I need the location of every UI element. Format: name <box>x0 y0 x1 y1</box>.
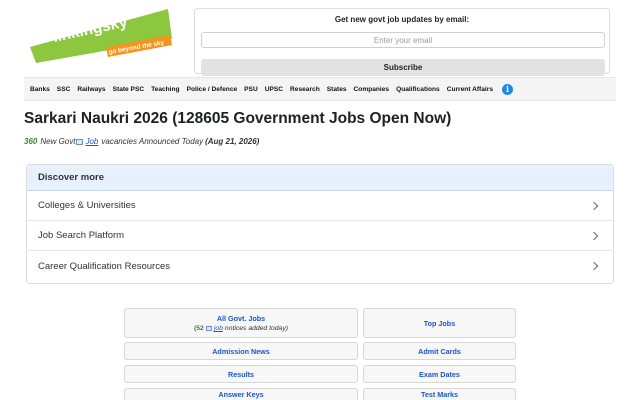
new-jobs-count: 360 <box>24 137 38 146</box>
results-button[interactable]: Results <box>124 365 358 383</box>
email-subscribe-box: Get new govt job updates by email: Subsc… <box>194 8 610 76</box>
all-govt-jobs-label: All Govt. Jobs <box>216 314 266 323</box>
admit-cards-button[interactable]: Admit Cards <box>363 342 516 360</box>
admission-news-button[interactable]: Admission News <box>124 342 358 360</box>
discover-item-colleges[interactable]: Colleges & Universities <box>27 191 613 221</box>
exam-dates-button[interactable]: Exam Dates <box>363 365 516 383</box>
nav-item-companies[interactable]: Companies <box>354 86 390 93</box>
jobs-added-count: (52 <box>193 325 204 332</box>
nav-item-psu[interactable]: PSU <box>244 86 258 93</box>
nav-item-state-psc[interactable]: State PSC <box>113 86 145 93</box>
discover-item-label: Colleges & Universities <box>38 200 136 211</box>
site-header: linkingsky go beyond the sky Get new gov… <box>0 0 640 78</box>
discover-item-job-search[interactable]: Job Search Platform <box>27 221 613 251</box>
chevron-right-icon <box>589 201 599 210</box>
nav-item-states[interactable]: States <box>327 86 347 93</box>
nav-item-police-defence[interactable]: Police / Defence <box>187 86 238 93</box>
chevron-right-icon <box>589 231 599 240</box>
page-title: Sarkari Naukri 2026 (128605 Government J… <box>24 110 452 127</box>
vacancies-text: vacancies Announced Today <box>101 137 204 146</box>
nav-item-ssc[interactable]: SSC <box>57 86 71 93</box>
test-marks-button[interactable]: Test Marks <box>363 388 516 400</box>
discover-header: Discover more <box>27 165 613 191</box>
top-jobs-button[interactable]: Top Jobs <box>363 308 516 338</box>
job-notice-icon <box>76 138 84 145</box>
email-input[interactable] <box>201 32 605 48</box>
jobs-added-text: notices added today) <box>224 325 288 332</box>
discover-item-career-resources[interactable]: Career Qualification Resources <box>27 251 613 281</box>
job-link[interactable]: Job <box>85 137 98 146</box>
subscribe-button[interactable]: Subscribe <box>201 59 605 76</box>
category-nav: Banks SSC Railways State PSC Teaching Po… <box>24 77 616 101</box>
chevron-right-icon <box>589 261 599 271</box>
new-govt-label: New Govt <box>40 137 76 146</box>
nav-item-upsc[interactable]: UPSC <box>265 86 283 93</box>
answer-keys-button[interactable]: Answer Keys <box>124 388 358 400</box>
nav-item-teaching[interactable]: Teaching <box>151 86 179 93</box>
site-logo[interactable]: linkingsky go beyond the sky <box>30 9 172 63</box>
job-notice-icon <box>205 326 212 331</box>
nav-item-banks[interactable]: Banks <box>30 86 50 93</box>
job-notice-link[interactable]: job <box>214 325 223 332</box>
discover-more-panel: Discover more Colleges & Universities Jo… <box>26 164 614 284</box>
nav-item-research[interactable]: Research <box>290 86 320 93</box>
jobs-added-note: (52 job notices added today) <box>194 325 288 332</box>
nav-item-current-affairs[interactable]: Current Affairs <box>447 86 493 93</box>
jobs-today-summary: 360 New Govt Job vacancies Announced Tod… <box>24 137 259 146</box>
subscribe-title: Get new govt job updates by email: <box>334 15 470 24</box>
announce-date: (Aug 21, 2026) <box>205 137 260 146</box>
all-govt-jobs-button[interactable]: All Govt. Jobs (52 job notices added tod… <box>124 308 358 338</box>
nav-item-railways[interactable]: Railways <box>77 86 105 93</box>
nav-item-qualifications[interactable]: Qualifications <box>396 86 440 93</box>
discover-item-label: Job Search Platform <box>38 230 125 241</box>
discover-item-label: Career Qualification Resources <box>38 260 171 272</box>
info-icon[interactable]: i <box>502 83 513 95</box>
